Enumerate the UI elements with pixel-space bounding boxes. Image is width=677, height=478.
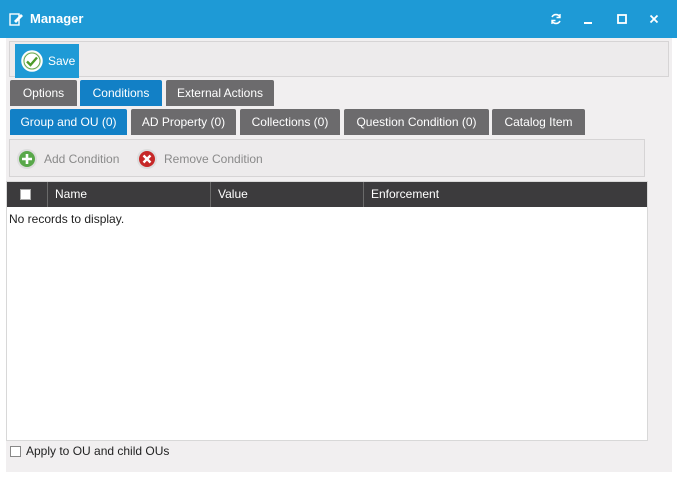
minimize-icon[interactable] <box>578 9 598 29</box>
check-circle-icon <box>21 50 43 72</box>
tab-question-condition[interactable]: Question Condition (0) <box>344 109 489 135</box>
empty-message: No records to display. <box>9 212 125 226</box>
maximize-icon[interactable] <box>612 9 632 29</box>
conditions-grid: Name Value Enforcement No records to dis… <box>6 181 648 441</box>
tab-options[interactable]: Options <box>10 80 77 106</box>
tab-conditions[interactable]: Conditions <box>80 80 162 106</box>
apply-ou-row[interactable]: Apply to OU and child OUs <box>10 444 169 458</box>
condition-toolbar: Add Condition Remove Condition <box>9 139 645 177</box>
title-bar: Manager <box>0 0 677 38</box>
tab-external-actions[interactable]: External Actions <box>166 80 274 106</box>
close-icon[interactable] <box>644 9 664 29</box>
main-toolbar: Save <box>9 41 669 78</box>
remove-condition-button[interactable]: Remove Condition <box>136 148 263 170</box>
add-condition-button[interactable]: Add Condition <box>16 148 119 170</box>
tab-ad-property[interactable]: AD Property (0) <box>131 109 236 135</box>
apply-ou-checkbox[interactable] <box>10 445 21 457</box>
add-condition-label: Add Condition <box>44 152 120 166</box>
column-value[interactable]: Value <box>210 182 363 207</box>
app-icon <box>8 11 24 27</box>
select-all-checkbox[interactable] <box>20 189 31 200</box>
content-area: Save Options Conditions External Actions… <box>6 38 672 472</box>
remove-condition-label: Remove Condition <box>164 152 263 166</box>
tab-group-and-ou[interactable]: Group and OU (0) <box>10 109 127 135</box>
column-name[interactable]: Name <box>47 182 210 207</box>
tab-catalog-item[interactable]: Catalog Item <box>492 109 585 135</box>
apply-ou-label: Apply to OU and child OUs <box>26 444 170 458</box>
window-title: Manager <box>30 11 84 26</box>
column-enforcement[interactable]: Enforcement <box>363 182 647 207</box>
tab-collections[interactable]: Collections (0) <box>240 109 340 135</box>
save-button[interactable]: Save <box>15 44 79 78</box>
save-label: Save <box>48 54 76 68</box>
remove-icon <box>136 148 158 170</box>
add-icon <box>16 148 38 170</box>
refresh-icon[interactable] <box>546 9 566 29</box>
grid-header: Name Value Enforcement <box>7 182 647 207</box>
